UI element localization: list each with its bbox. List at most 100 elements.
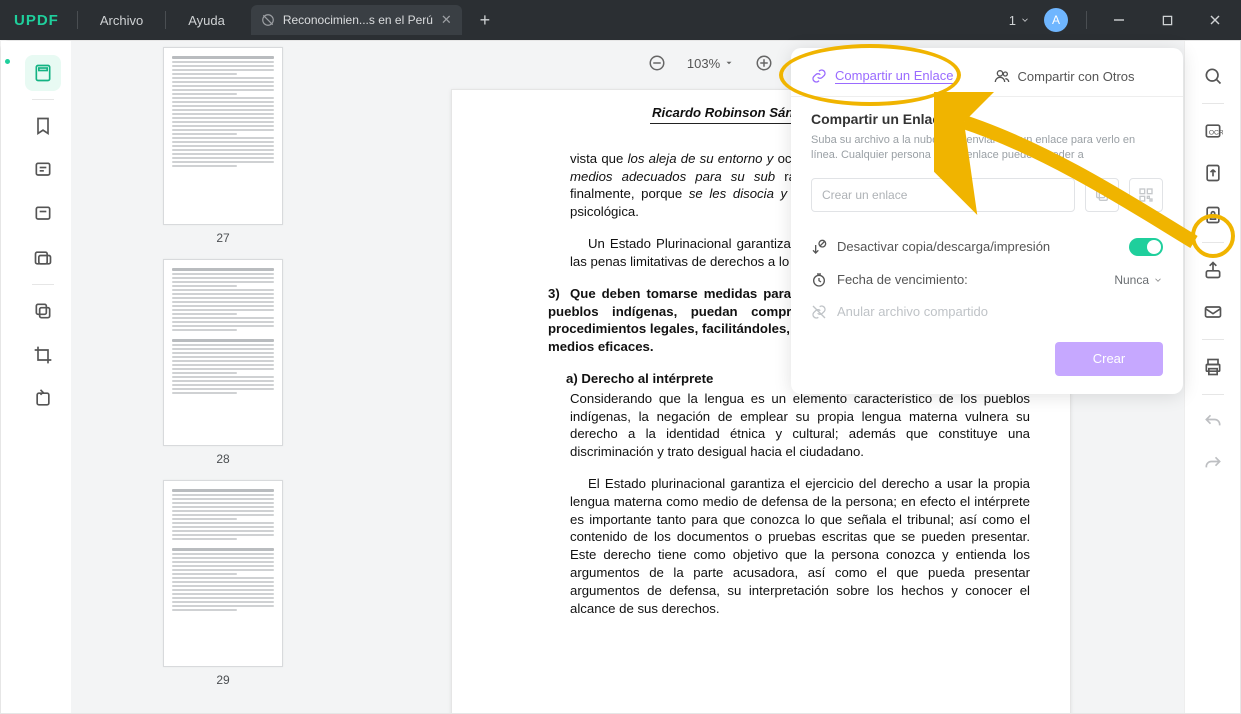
window-minimize[interactable] xyxy=(1099,0,1139,40)
panel-tab-link-label: Compartir un Enlace xyxy=(835,68,954,84)
sidebar-bookmarks[interactable] xyxy=(25,108,61,144)
fields-icon xyxy=(33,248,53,268)
panel-tab-others-label: Compartir con Otros xyxy=(1018,69,1135,84)
create-link-button[interactable]: Crear xyxy=(1055,342,1163,376)
toggle-disable-copy[interactable] xyxy=(1129,238,1163,256)
reward-count: 1 xyxy=(1009,13,1016,28)
avatar[interactable]: A xyxy=(1044,8,1068,32)
sidebar-fields[interactable] xyxy=(25,240,61,276)
export-button[interactable] xyxy=(1195,155,1231,191)
separator xyxy=(1086,11,1087,29)
menu-file[interactable]: Archivo xyxy=(82,0,161,40)
print-button[interactable] xyxy=(1195,349,1231,385)
copy-icon xyxy=(33,301,53,321)
panel-tab-share-others[interactable]: Compartir con Otros xyxy=(994,62,1135,90)
svg-text:OCR: OCR xyxy=(1208,129,1222,136)
undo-icon xyxy=(1203,412,1223,432)
share-button[interactable] xyxy=(1195,252,1231,288)
close-tab-icon[interactable]: ✕ xyxy=(441,12,452,28)
copy-link-button[interactable] xyxy=(1085,178,1119,212)
zoom-out-icon xyxy=(648,54,666,72)
window-maximize[interactable] xyxy=(1147,0,1187,40)
thumbnail-label-27: 27 xyxy=(71,231,375,245)
rotate-icon xyxy=(33,389,53,409)
right-sidebar: OCR xyxy=(1184,41,1240,713)
email-button[interactable] xyxy=(1195,294,1231,330)
lock-icon xyxy=(1203,205,1223,225)
protect-button[interactable] xyxy=(1195,197,1231,233)
divider xyxy=(791,96,1183,97)
caret-down-icon xyxy=(724,58,734,68)
panel-description: Suba su archivo a la nube para enviar a … xyxy=(811,133,1163,164)
option-unshare-label: Anular archivo compartido xyxy=(837,304,1163,319)
doc-paragraph: Considerando que la lengua es un element… xyxy=(570,390,1030,461)
option-unshare: Anular archivo compartido xyxy=(811,296,1163,328)
attachment-icon xyxy=(33,204,53,224)
mail-icon xyxy=(1203,302,1223,322)
share-panel: Compartir un Enlace Compartir con Otros … xyxy=(791,48,1183,394)
zoom-out-button[interactable] xyxy=(643,49,671,77)
thumbnail-panel[interactable]: 27 28 29 xyxy=(71,41,375,713)
option-disable-copy[interactable]: Desactivar copia/descarga/impresión xyxy=(811,230,1163,264)
search-button[interactable] xyxy=(1195,58,1231,94)
undo-button[interactable] xyxy=(1195,404,1231,440)
sidebar-thumbnails[interactable] xyxy=(25,55,61,91)
reward-indicator[interactable]: 1 xyxy=(1009,13,1030,28)
menu-help[interactable]: Ayuda xyxy=(170,0,243,40)
document-tab[interactable]: Reconocimien...s en el Perú ✕ xyxy=(251,5,462,35)
sidebar-annotations[interactable] xyxy=(25,152,61,188)
thumbnails-icon xyxy=(33,63,53,83)
ocr-icon: OCR xyxy=(1203,121,1223,141)
left-gutter xyxy=(1,41,15,713)
separator xyxy=(165,11,166,29)
zoom-in-button[interactable] xyxy=(750,49,778,77)
qr-icon xyxy=(1138,187,1154,203)
annotation-icon xyxy=(33,160,53,180)
window-close[interactable] xyxy=(1195,0,1235,40)
ocr-button[interactable]: OCR xyxy=(1195,113,1231,149)
option-disable-label: Desactivar copia/descarga/impresión xyxy=(837,239,1119,254)
document-tab-title: Reconocimien...s en el Perú xyxy=(283,13,433,27)
titlebar: UPDF Archivo Ayuda Reconocimien...s en e… xyxy=(0,0,1241,40)
left-sidebar xyxy=(15,41,71,713)
panel-tab-share-link[interactable]: Compartir un Enlace xyxy=(811,62,954,90)
print-icon xyxy=(1203,357,1223,377)
chevron-down-icon xyxy=(1020,15,1030,25)
export-icon xyxy=(1203,163,1223,183)
option-expire-label: Fecha de vencimiento: xyxy=(837,272,1104,287)
zoom-dropdown[interactable]: 103% xyxy=(687,56,734,71)
sidebar-crop[interactable] xyxy=(25,337,61,373)
doc-paragraph: El Estado plurinacional garantiza el eje… xyxy=(570,475,1030,618)
thumbnail-label-29: 29 xyxy=(71,673,375,687)
thumbnail-page-27[interactable] xyxy=(163,47,283,225)
divider xyxy=(32,284,54,285)
clock-icon xyxy=(811,272,827,288)
sidebar-copy[interactable] xyxy=(25,293,61,329)
divider xyxy=(1202,103,1224,104)
divider xyxy=(1202,394,1224,395)
chevron-down-icon xyxy=(1153,275,1163,285)
redo-button[interactable] xyxy=(1195,446,1231,482)
link-input[interactable] xyxy=(811,178,1075,212)
add-tab-button[interactable]: + xyxy=(472,10,498,31)
expiration-value[interactable]: Nunca xyxy=(1114,273,1163,287)
qr-button[interactable] xyxy=(1129,178,1163,212)
bookmark-icon xyxy=(33,116,53,136)
divider xyxy=(1202,242,1224,243)
sidebar-rotate[interactable] xyxy=(25,381,61,417)
brand-logo: UPDF xyxy=(14,12,59,29)
panel-title: Compartir un Enlace xyxy=(811,111,1163,127)
sidebar-attachments[interactable] xyxy=(25,196,61,232)
no-copy-icon xyxy=(811,239,827,255)
crop-icon xyxy=(33,345,53,365)
option-expiration[interactable]: Fecha de vencimiento: Nunca xyxy=(811,264,1163,296)
thumbnail-page-28[interactable] xyxy=(163,259,283,446)
thumbnail-label-28: 28 xyxy=(71,452,375,466)
search-icon xyxy=(1203,66,1223,86)
unlink-icon xyxy=(811,304,827,320)
copy-icon xyxy=(1094,187,1110,203)
share-icon xyxy=(1203,260,1223,280)
zoom-value: 103% xyxy=(687,56,720,71)
divider xyxy=(32,99,54,100)
thumbnail-page-29[interactable] xyxy=(163,480,283,667)
